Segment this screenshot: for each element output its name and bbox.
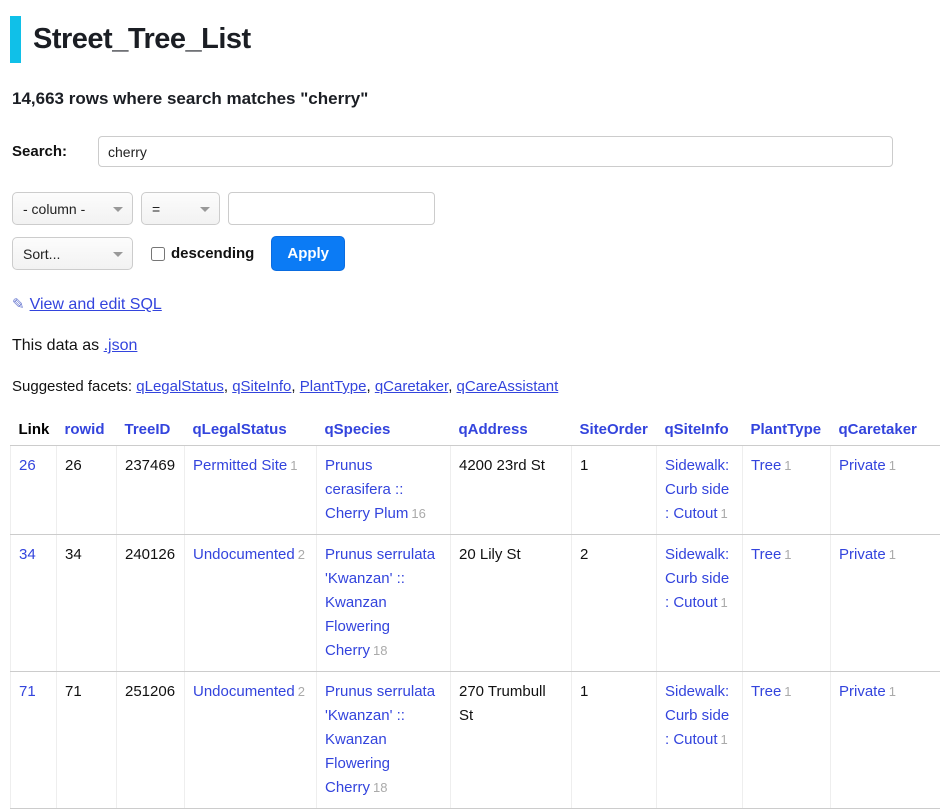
cell-rowid: 71 [57, 672, 117, 809]
cell-plant-type-link[interactable]: Tree [751, 457, 781, 474]
filter-form: - column - = [12, 192, 940, 225]
cell-site-order: 2 [572, 535, 657, 672]
cell-address: 4200 23rd St [451, 446, 572, 535]
facet-count: 1 [784, 547, 791, 562]
results-table: Link rowid TreeID qLegalStatus qSpecies … [10, 416, 940, 809]
page-title: Street_Tree_List [10, 16, 940, 63]
column-header-treeid[interactable]: TreeID [117, 416, 185, 446]
facet-count: 2 [298, 684, 305, 699]
facet-links: qLegalStatus, qSiteInfo, PlantType, qCar… [136, 378, 558, 395]
row-link[interactable]: 26 [19, 457, 36, 474]
cell-treeid: 251206 [117, 672, 185, 809]
cell-treeid: 240126 [117, 535, 185, 672]
search-label: Search: [12, 143, 98, 160]
cell-caretaker-link[interactable]: Private [839, 457, 886, 474]
search-form: Search: [12, 136, 940, 167]
cell-site-info-link[interactable]: Sidewalk: Curb side : Cutout [665, 546, 729, 611]
suggested-facet-link[interactable]: qLegalStatus [136, 378, 224, 395]
table-row: 71 71 251206 Undocumented2 Prunus serrul… [11, 672, 940, 809]
cell-rowid: 26 [57, 446, 117, 535]
column-header-qspecies[interactable]: qSpecies [317, 416, 451, 446]
filter-operator-select[interactable]: = [141, 192, 220, 225]
cell-plant-type-link[interactable]: Tree [751, 546, 781, 563]
cell-site-info-link[interactable]: Sidewalk: Curb side : Cutout [665, 457, 729, 522]
pencil-icon: ✎ [12, 296, 25, 313]
facet-count: 18 [373, 643, 387, 658]
cell-caretaker-link[interactable]: Private [839, 546, 886, 563]
suggested-facet-link[interactable]: qCareAssistant [457, 378, 559, 395]
column-header-qcaretaker[interactable]: qCaretaker [831, 416, 940, 446]
cell-legal-status-link[interactable]: Permitted Site [193, 457, 287, 474]
facet-count: 16 [411, 506, 425, 521]
cell-treeid: 237469 [117, 446, 185, 535]
table-row: 26 26 237469 Permitted Site1 Prunus cera… [11, 446, 940, 535]
row-link[interactable]: 71 [19, 683, 36, 700]
descending-checkbox[interactable] [151, 247, 165, 261]
export-line: This data as .json [12, 337, 940, 355]
cell-site-order: 1 [572, 672, 657, 809]
sort-select-wrap: Sort... [12, 237, 133, 270]
export-prefix: This data as [12, 337, 99, 354]
suggested-facet-link[interactable]: PlantType [300, 378, 367, 395]
cell-caretaker-link[interactable]: Private [839, 683, 886, 700]
column-header-planttype[interactable]: PlantType [743, 416, 831, 446]
suggested-facet-link[interactable]: qCaretaker [375, 378, 448, 395]
facet-count: 1 [784, 684, 791, 699]
descending-label: descending [171, 245, 254, 262]
cell-address: 20 Lily St [451, 535, 572, 672]
json-export-link[interactable]: .json [104, 337, 138, 354]
facet-count: 1 [721, 595, 728, 610]
sort-form: Sort... descending Apply [12, 236, 940, 271]
column-header-qaddress[interactable]: qAddress [451, 416, 572, 446]
facet-count: 1 [889, 547, 896, 562]
facet-count: 1 [721, 732, 728, 747]
cell-rowid: 34 [57, 535, 117, 672]
table-row: 34 34 240126 Undocumented2 Prunus serrul… [11, 535, 940, 672]
facet-count: 1 [889, 684, 896, 699]
sort-select[interactable]: Sort... [12, 237, 133, 270]
row-link[interactable]: 34 [19, 546, 36, 563]
apply-button[interactable]: Apply [271, 236, 345, 271]
facet-count: 18 [373, 780, 387, 795]
cell-plant-type-link[interactable]: Tree [751, 683, 781, 700]
facets-prefix: Suggested facets: [12, 378, 132, 395]
suggested-facet-link[interactable]: qSiteInfo [232, 378, 291, 395]
page: Street_Tree_List 14,663 rows where searc… [0, 0, 940, 809]
column-select-wrap: - column - [12, 192, 133, 225]
search-input[interactable] [98, 136, 893, 167]
operator-select-wrap: = [141, 192, 220, 225]
cell-legal-status-link[interactable]: Undocumented [193, 546, 295, 563]
facet-count: 1 [784, 458, 791, 473]
facet-count: 1 [290, 458, 297, 473]
facet-count: 2 [298, 547, 305, 562]
cell-legal-status-link[interactable]: Undocumented [193, 683, 295, 700]
column-header-qlegalstatus[interactable]: qLegalStatus [185, 416, 317, 446]
column-header-rowid[interactable]: rowid [57, 416, 117, 446]
sql-line: ✎ View and edit SQL [12, 295, 940, 314]
column-header-qsiteinfo[interactable]: qSiteInfo [657, 416, 743, 446]
cell-species-link[interactable]: Prunus cerasifera :: Cherry Plum [325, 457, 408, 522]
column-header-link: Link [11, 416, 57, 446]
filter-column-select[interactable]: - column - [12, 192, 133, 225]
column-header-siteorder[interactable]: SiteOrder [572, 416, 657, 446]
facet-count: 1 [889, 458, 896, 473]
cell-site-order: 1 [572, 446, 657, 535]
suggested-facets-line: Suggested facets: qLegalStatus, qSiteInf… [12, 378, 940, 395]
cell-address: 270 Trumbull St [451, 672, 572, 809]
row-count-summary: 14,663 rows where search matches "cherry… [12, 89, 940, 109]
view-edit-sql-link[interactable]: View and edit SQL [30, 296, 162, 313]
cell-site-info-link[interactable]: Sidewalk: Curb side : Cutout [665, 683, 729, 748]
filter-value-input[interactable] [228, 192, 435, 225]
facet-count: 1 [721, 506, 728, 521]
table-header-row: Link rowid TreeID qLegalStatus qSpecies … [11, 416, 940, 446]
